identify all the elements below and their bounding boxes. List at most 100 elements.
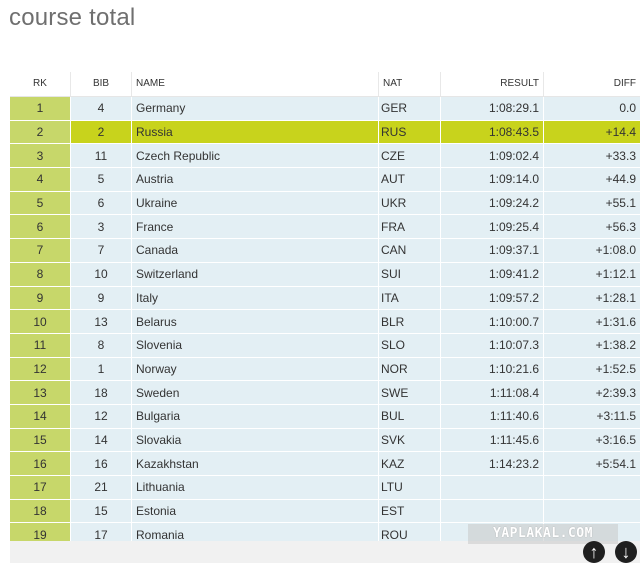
column-header-name[interactable]: NAME	[132, 72, 379, 96]
cell-nat: BUL	[379, 404, 441, 428]
cell-nat: EST	[379, 499, 441, 523]
table-row[interactable]: 1 4 Germany GER 1:08:29.1 0.0	[10, 97, 640, 121]
table-row[interactable]: 11 8 Slovenia SLO 1:10:07.3 +1:38.2	[10, 333, 640, 358]
table-row[interactable]: 5 6 Ukraine UKR 1:09:24.2 +55.1	[10, 191, 640, 216]
cell-name: Slovenia	[132, 333, 379, 357]
cell-diff: +1:12.1	[544, 262, 640, 286]
arrow-down-icon: ↓	[621, 542, 631, 562]
cell-nat: UKR	[379, 191, 441, 215]
cell-bib: 6	[71, 191, 132, 215]
cell-bib: 1	[71, 357, 132, 381]
table-row[interactable]: 10 13 Belarus BLR 1:10:00.7 +1:31.6	[10, 310, 640, 334]
cell-nat: CAN	[379, 239, 441, 262]
column-header-result[interactable]: RESULT	[441, 72, 544, 96]
cell-rk: 16	[10, 452, 71, 475]
column-header-rk[interactable]: RK	[10, 72, 71, 96]
cell-diff: +56.3	[544, 215, 640, 239]
cell-diff: +14.4	[544, 120, 640, 144]
cell-result: 1:09:25.4	[441, 215, 544, 239]
table-row[interactable]: 8 10 Switzerland SUI 1:09:41.2 +1:12.1	[10, 262, 640, 287]
cell-nat: CZE	[379, 144, 441, 168]
cell-name: Czech Republic	[132, 144, 379, 168]
cell-rk: 1	[10, 97, 71, 120]
cell-nat: KAZ	[379, 452, 441, 475]
table-row[interactable]: 16 16 Kazakhstan KAZ 1:14:23.2 +5:54.1	[10, 452, 640, 476]
scroll-up-button[interactable]: ↑	[583, 541, 605, 563]
cell-diff	[544, 476, 640, 499]
cell-name: Canada	[132, 239, 379, 262]
table-row[interactable]: 12 1 Norway NOR 1:10:21.6 +1:52.5	[10, 357, 640, 382]
cell-nat: NOR	[379, 357, 441, 381]
cell-name: Germany	[132, 97, 379, 120]
cell-bib: 18	[71, 381, 132, 404]
cell-name: Norway	[132, 357, 379, 381]
cell-diff: +1:08.0	[544, 239, 640, 262]
cell-diff: +3:16.5	[544, 428, 640, 452]
cell-result: 1:11:40.6	[441, 404, 544, 428]
cell-diff: +1:52.5	[544, 357, 640, 381]
cell-result	[441, 476, 544, 499]
cell-result: 1:09:24.2	[441, 191, 544, 215]
cell-name: Austria	[132, 168, 379, 191]
cell-rk: 17	[10, 476, 71, 499]
table-row[interactable]: 4 5 Austria AUT 1:09:14.0 +44.9	[10, 168, 640, 192]
cell-result: 1:08:43.5	[441, 120, 544, 144]
column-header-diff[interactable]: DIFF	[544, 72, 640, 96]
cell-diff: +55.1	[544, 191, 640, 215]
cell-bib: 4	[71, 97, 132, 120]
table-row[interactable]: 14 12 Bulgaria BUL 1:11:40.6 +3:11.5	[10, 404, 640, 429]
cell-nat: AUT	[379, 168, 441, 191]
page-title: course total	[9, 4, 136, 31]
cell-name: Belarus	[132, 310, 379, 333]
cell-rk: 11	[10, 333, 71, 357]
cell-diff: +44.9	[544, 168, 640, 191]
table-row[interactable]: 17 21 Lithuania LTU	[10, 476, 640, 500]
cell-diff	[544, 499, 640, 523]
cell-rk: 6	[10, 215, 71, 239]
cell-rk: 8	[10, 262, 71, 286]
cell-result: 1:09:57.2	[441, 286, 544, 310]
cell-result: 1:11:08.4	[441, 381, 544, 404]
cell-result: 1:10:07.3	[441, 333, 544, 357]
table-row[interactable]: 13 18 Sweden SWE 1:11:08.4 +2:39.3	[10, 381, 640, 405]
column-header-bib[interactable]: BIB	[71, 72, 132, 96]
cell-diff: +1:28.1	[544, 286, 640, 310]
cell-bib: 12	[71, 404, 132, 428]
cell-nat: FRA	[379, 215, 441, 239]
table-row[interactable]: 7 7 Canada CAN 1:09:37.1 +1:08.0	[10, 239, 640, 263]
cell-name: Slovakia	[132, 428, 379, 452]
table-header: RK BIB NAME NAT RESULT DIFF	[10, 72, 640, 97]
cell-result: 1:11:45.6	[441, 428, 544, 452]
cell-result	[441, 499, 544, 523]
table-body: 1 4 Germany GER 1:08:29.1 0.0 2 2 Russia RUS 1:08:…	[10, 97, 640, 548]
cell-rk: 5	[10, 191, 71, 215]
cell-bib: 9	[71, 286, 132, 310]
cell-bib: 11	[71, 144, 132, 168]
cell-result: 1:10:00.7	[441, 310, 544, 333]
cell-name: Sweden	[132, 381, 379, 404]
cell-bib: 5	[71, 168, 132, 191]
table-row[interactable]: 18 15 Estonia EST	[10, 499, 640, 524]
table-row[interactable]: 6 3 France FRA 1:09:25.4 +56.3	[10, 215, 640, 240]
scroll-down-button[interactable]: ↓	[615, 541, 637, 563]
cell-diff: +1:38.2	[544, 333, 640, 357]
arrow-up-icon: ↑	[589, 542, 599, 562]
cell-name: Bulgaria	[132, 404, 379, 428]
cell-result: 1:14:23.2	[441, 452, 544, 475]
cell-result: 1:09:37.1	[441, 239, 544, 262]
cell-name: Russia	[132, 120, 379, 144]
cell-rk: 2	[10, 120, 71, 144]
cell-rk: 15	[10, 428, 71, 452]
table-row[interactable]: 2 2 Russia RUS 1:08:43.5 +14.4	[10, 120, 640, 145]
cell-diff: +1:31.6	[544, 310, 640, 333]
cell-rk: 9	[10, 286, 71, 310]
column-header-nat[interactable]: NAT	[379, 72, 441, 96]
cell-bib: 2	[71, 120, 132, 144]
cell-nat: SWE	[379, 381, 441, 404]
table-row[interactable]: 15 14 Slovakia SVK 1:11:45.6 +3:16.5	[10, 428, 640, 453]
cell-rk: 3	[10, 144, 71, 168]
table-row[interactable]: 3 11 Czech Republic CZE 1:09:02.4 +33.3	[10, 144, 640, 169]
cell-rk: 7	[10, 239, 71, 262]
cell-bib: 8	[71, 333, 132, 357]
table-row[interactable]: 9 9 Italy ITA 1:09:57.2 +1:28.1	[10, 286, 640, 311]
